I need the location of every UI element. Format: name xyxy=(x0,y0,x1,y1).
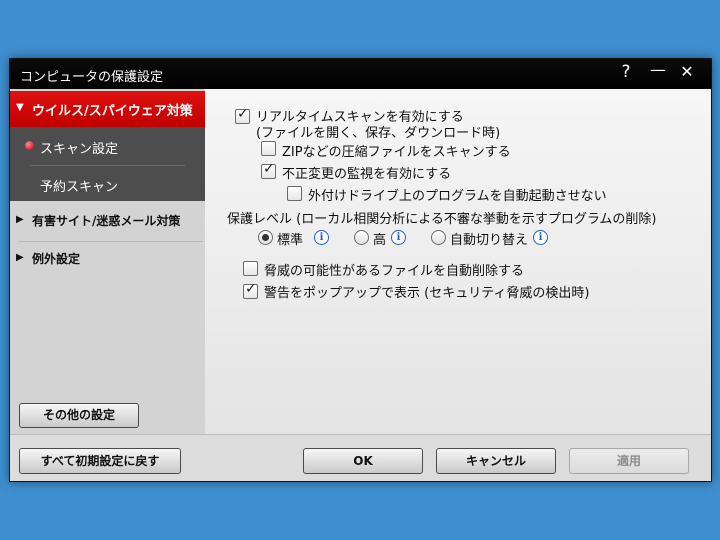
nav-section-harmful-sites[interactable]: ▶ 有害サイト/迷惑メール対策 xyxy=(10,203,205,239)
title-bar[interactable]: コンピュータの保護設定 ? — ✕ xyxy=(10,59,711,89)
nav-section-exceptions[interactable]: ▶ 例外設定 xyxy=(10,241,205,277)
divider xyxy=(10,434,711,435)
auto-delete-label: 脅威の可能性があるファイルを自動削除する xyxy=(264,264,525,279)
triangle-right-icon: ▶ xyxy=(16,214,24,225)
popup-warning-label: 警告をポップアップで表示 (セキュリティ脅威の検出時) xyxy=(264,286,590,301)
triangle-right-icon: ▶ xyxy=(16,252,24,263)
protection-high-radio[interactable] xyxy=(354,230,369,245)
dialog-content: ▼ ウイルス/スパイウェア対策 スキャン設定 予約スキャン ▶ 有害サイト/迷惑… xyxy=(10,89,711,481)
tamper-watch-label: 不正変更の監視を有効にする xyxy=(282,167,452,182)
active-dot-icon xyxy=(25,141,34,150)
ok-button[interactable]: OK xyxy=(303,448,423,474)
divider xyxy=(30,165,185,166)
other-settings-button[interactable]: その他の設定 xyxy=(19,403,139,428)
cancel-button[interactable]: キャンセル xyxy=(436,448,556,474)
external-drive-checkbox[interactable] xyxy=(287,186,302,201)
auto-delete-checkbox[interactable] xyxy=(243,261,258,276)
triangle-down-icon: ▼ xyxy=(16,102,24,113)
popup-warning-checkbox[interactable] xyxy=(243,281,258,299)
info-icon[interactable]: i xyxy=(314,230,329,245)
scan-settings-panel: リアルタイムスキャンを有効にする (ファイルを開く、保存、ダウンロード時) ZI… xyxy=(205,89,711,434)
sidebar-item-label: スキャン設定 xyxy=(40,142,119,157)
info-icon[interactable]: i xyxy=(391,230,406,245)
sidebar: ▼ ウイルス/スパイウェア対策 スキャン設定 予約スキャン ▶ 有害サイト/迷惑… xyxy=(10,89,213,434)
sidebar-item-label: 予約スキャン xyxy=(40,180,119,195)
nav-section-label: ウイルス/スパイウェア対策 xyxy=(32,104,193,119)
minimize-icon[interactable]: — xyxy=(647,60,669,79)
external-drive-label: 外付けドライブ上のプログラムを自動起動させない xyxy=(308,189,607,204)
reset-defaults-button[interactable]: すべて初期設定に戻す xyxy=(19,448,181,474)
protection-level-label: 保護レベル (ローカル相関分析による不審な挙動を示すプログラムの削除) xyxy=(227,212,657,227)
help-icon[interactable]: ? xyxy=(615,62,637,82)
protection-standard-radio[interactable] xyxy=(258,230,273,245)
protection-auto-radio[interactable] xyxy=(431,230,446,245)
zip-scan-label: ZIPなどの圧縮ファイルをスキャンする xyxy=(282,145,511,160)
close-icon[interactable]: ✕ xyxy=(676,62,698,81)
realtime-scan-checkbox[interactable] xyxy=(235,106,250,124)
tamper-watch-checkbox[interactable] xyxy=(261,161,276,179)
protection-auto-label: 自動切り替え xyxy=(450,233,529,248)
window-title: コンピュータの保護設定 xyxy=(20,70,164,85)
zip-scan-checkbox[interactable] xyxy=(261,141,276,156)
nav-section-virus-spyware[interactable]: ▼ ウイルス/スパイウェア対策 xyxy=(10,91,205,127)
sidebar-item-scheduled-scan[interactable]: 予約スキャン xyxy=(10,165,205,201)
protection-high-label: 高 xyxy=(373,233,387,248)
info-icon[interactable]: i xyxy=(533,230,548,245)
nav-section-label: 有害サイト/迷惑メール対策 xyxy=(32,214,181,228)
protection-standard-label: 標準 xyxy=(277,233,304,248)
sidebar-item-scan-settings[interactable]: スキャン設定 xyxy=(10,127,205,165)
nav-section-label: 例外設定 xyxy=(32,252,81,266)
apply-button[interactable]: 適用 xyxy=(569,448,689,474)
settings-window: コンピュータの保護設定 ? — ✕ ▼ ウイルス/スパイウェア対策 スキャン設定… xyxy=(9,58,712,482)
realtime-scan-sublabel: (ファイルを開く、保存、ダウンロード時) xyxy=(256,126,501,141)
